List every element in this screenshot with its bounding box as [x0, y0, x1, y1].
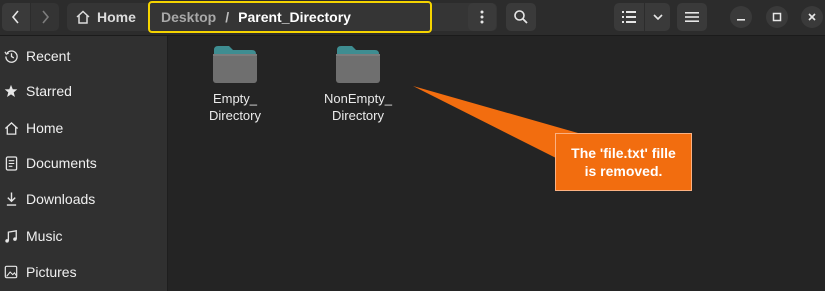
callout-pointer: [413, 86, 578, 160]
callout-text: The 'file.txt' fille is removed.: [571, 145, 676, 179]
callout-box: The 'file.txt' fille is removed.: [555, 133, 692, 191]
